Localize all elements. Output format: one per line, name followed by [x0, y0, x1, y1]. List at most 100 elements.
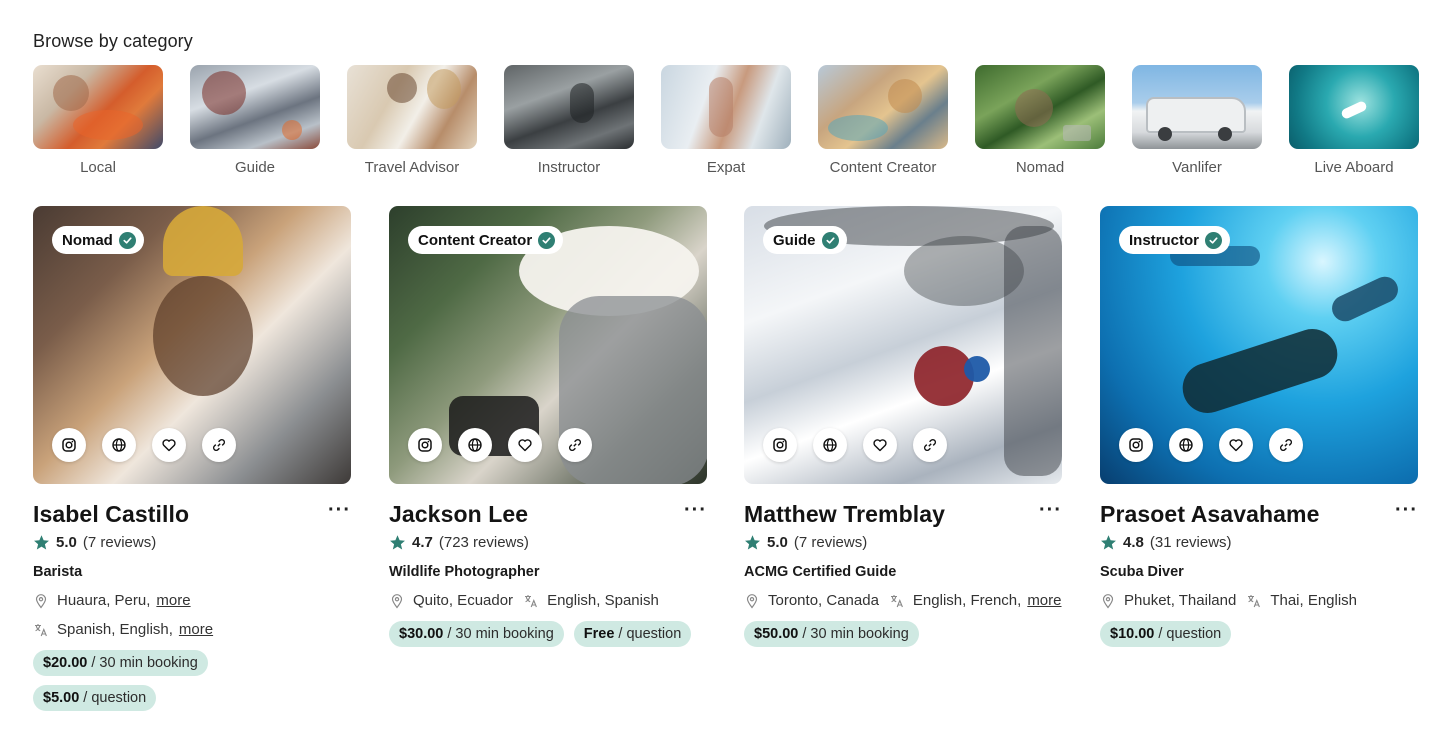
profile-name[interactable]: Jackson Lee	[389, 501, 528, 528]
map-pin-icon	[746, 593, 758, 609]
profile-name[interactable]: Matthew Tremblay	[744, 501, 945, 528]
category-nomad-image	[975, 65, 1105, 149]
copy-link-button[interactable]	[913, 428, 947, 462]
category-expat[interactable]: Expat	[661, 65, 791, 176]
profile-card[interactable]: Instructor Prasoet Asavahame ··· 4.8 (31…	[1100, 206, 1418, 647]
instagram-button[interactable]	[408, 428, 442, 462]
heart-icon	[518, 439, 532, 452]
category-travel-advisor[interactable]: Travel Advisor	[347, 65, 477, 176]
globe-icon	[1179, 438, 1193, 452]
review-count: (31 reviews)	[1149, 534, 1232, 551]
location-text: Quito, Ecuador	[413, 592, 514, 609]
badge-label: Instructor	[1129, 231, 1200, 249]
heart-icon	[162, 439, 176, 452]
link-icon	[1279, 438, 1293, 452]
category-live-aboard-image	[1289, 65, 1419, 149]
category-label: Nomad	[1015, 159, 1065, 176]
price-unit: / question	[83, 690, 147, 706]
star-icon	[745, 535, 760, 550]
category-content-creator[interactable]: Content Creator	[818, 65, 948, 176]
price-question[interactable]: $10.00/ question	[1100, 621, 1232, 647]
price-unit: / 30 min booking	[447, 626, 554, 642]
profile-photo[interactable]: Guide	[744, 206, 1062, 484]
profile-name[interactable]: Isabel Castillo	[33, 501, 189, 528]
profile-role: Barista	[33, 564, 83, 580]
profile-card[interactable]: Nomad Isabel Castillo ··· 5.0 (7 reviews…	[33, 206, 351, 711]
location-text: Toronto, Canada	[768, 592, 879, 609]
category-label: Expat	[706, 159, 746, 176]
rating-value: 4.8	[1123, 534, 1144, 551]
copy-link-button[interactable]	[202, 428, 236, 462]
category-instructor[interactable]: Instructor	[504, 65, 634, 176]
profile-card[interactable]: Guide Matthew Tremblay ··· 5.0 (7 review…	[744, 206, 1062, 647]
badge-label: Content Creator	[418, 231, 533, 249]
price-unit: / question	[618, 626, 682, 642]
price-question[interactable]: Free / question	[573, 621, 692, 647]
price-amount: $30.00	[399, 626, 444, 642]
copy-link-button[interactable]	[558, 428, 592, 462]
profile-photo[interactable]: Instructor	[1100, 206, 1418, 484]
price-booking[interactable]: $20.00/ 30 min booking	[33, 650, 208, 676]
languages-more-link[interactable]: more	[179, 621, 213, 638]
favorite-button[interactable]	[1219, 428, 1253, 462]
check-circle-icon	[538, 231, 556, 249]
instagram-button[interactable]	[52, 428, 86, 462]
translate-icon	[35, 623, 47, 636]
category-label: Instructor	[537, 159, 601, 176]
location-more-link[interactable]: more	[156, 592, 190, 609]
link-icon	[212, 438, 226, 452]
favorite-button[interactable]	[152, 428, 186, 462]
website-button[interactable]	[813, 428, 847, 462]
map-pin-icon	[35, 593, 47, 609]
check-circle-icon	[118, 231, 136, 249]
ellipsis-icon[interactable]: ···	[1039, 500, 1062, 528]
badge-label: Nomad	[62, 231, 113, 249]
category-guide[interactable]: Guide	[190, 65, 320, 176]
copy-link-button[interactable]	[1269, 428, 1303, 462]
price-amount: $20.00	[43, 655, 88, 671]
instagram-icon	[418, 438, 432, 452]
category-live-aboard[interactable]: Live Aboard	[1289, 65, 1419, 176]
languages-text: Thai, English	[1270, 592, 1358, 609]
category-nomad[interactable]: Nomad	[975, 65, 1105, 176]
rating-value: 5.0	[767, 534, 788, 551]
category-label: Live Aboard	[1314, 159, 1394, 176]
translate-icon	[525, 594, 537, 607]
website-button[interactable]	[458, 428, 492, 462]
languages-more-link[interactable]: more	[1027, 592, 1061, 609]
heart-icon	[873, 439, 887, 452]
badge-label: Guide	[773, 231, 816, 249]
favorite-button[interactable]	[863, 428, 897, 462]
price-amount: $50.00	[754, 626, 799, 642]
ellipsis-icon[interactable]: ···	[684, 500, 707, 528]
website-button[interactable]	[1169, 428, 1203, 462]
instagram-icon	[773, 438, 787, 452]
category-vanlifer-image	[1132, 65, 1262, 149]
website-button[interactable]	[102, 428, 136, 462]
review-count: (723 reviews)	[438, 534, 529, 551]
ellipsis-icon[interactable]: ···	[1395, 500, 1418, 528]
instagram-button[interactable]	[1119, 428, 1153, 462]
translate-icon	[1248, 594, 1261, 607]
favorite-button[interactable]	[508, 428, 542, 462]
price-question[interactable]: $5.00/ question	[33, 685, 157, 711]
profile-name[interactable]: Prasoet Asavahame	[1100, 501, 1319, 528]
ellipsis-icon[interactable]: ···	[328, 500, 351, 528]
category-local[interactable]: Local	[33, 65, 163, 176]
category-badge: Guide	[763, 226, 847, 254]
globe-icon	[823, 438, 837, 452]
globe-icon	[468, 438, 482, 452]
star-icon	[34, 535, 49, 550]
price-amount: $5.00	[43, 690, 80, 706]
instagram-button[interactable]	[763, 428, 797, 462]
category-vanlifer[interactable]: Vanlifer	[1132, 65, 1262, 176]
profile-card[interactable]: Content Creator Jackson Lee ··· 4.7 (723…	[389, 206, 707, 647]
languages-text: Spanish, English,	[57, 621, 173, 638]
star-icon	[1101, 535, 1116, 550]
profile-photo[interactable]: Nomad	[33, 206, 351, 484]
check-circle-icon	[821, 231, 839, 249]
price-booking[interactable]: $30.00/ 30 min booking	[389, 621, 564, 647]
profile-photo[interactable]: Content Creator	[389, 206, 707, 484]
price-booking[interactable]: $50.00/ 30 min booking	[744, 621, 919, 647]
category-local-image	[33, 65, 163, 149]
